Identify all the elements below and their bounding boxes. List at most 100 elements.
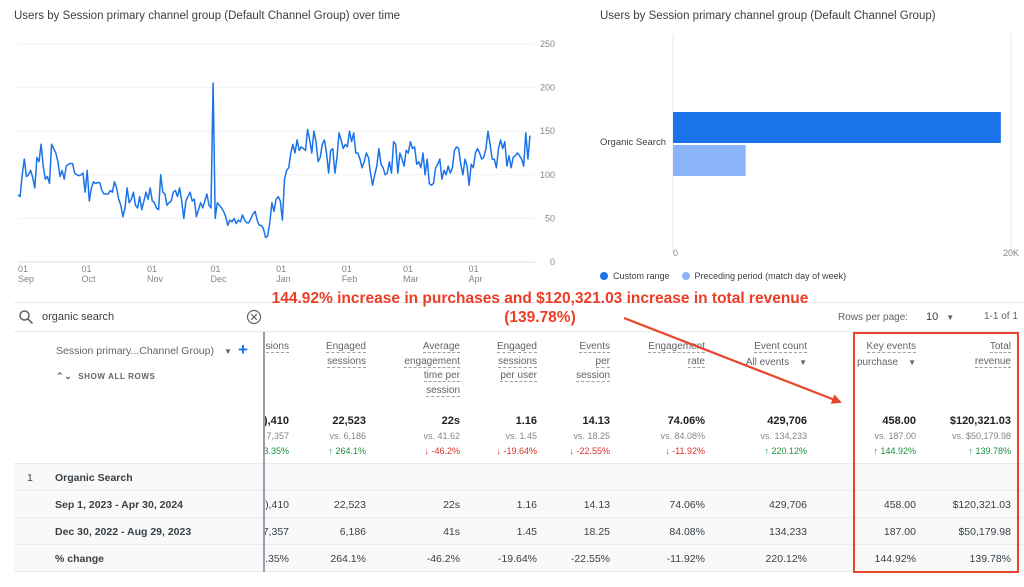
svg-text:01: 01: [147, 264, 157, 274]
svg-text:01: 01: [276, 264, 286, 274]
x-tick-label: 20K: [1003, 248, 1019, 258]
pagination-range: 1-1 of 1: [984, 311, 1018, 322]
column-header-label: sessions: [498, 355, 537, 368]
column-header[interactable]: Average engagement time per session: [404, 340, 460, 398]
total-change: ↑ 264.1%: [328, 446, 366, 456]
table-cell: -11.92%: [666, 553, 705, 565]
y-tick-label: 250: [540, 39, 555, 49]
legend-item-preceding-period[interactable]: Preceding period (match day of week): [681, 271, 847, 281]
total-change: ↓ -19.64%: [496, 446, 537, 456]
total-change: 3.35%: [263, 446, 289, 456]
bar-preceding-period[interactable]: [673, 145, 746, 176]
legend-label: Custom range: [613, 271, 670, 281]
table-cell: 41s: [443, 526, 460, 538]
table-cell: 1.45: [516, 526, 537, 538]
column-total: 429,706 vs. 134,233 ↑ 220.12%: [760, 414, 807, 459]
column-header[interactable]: Engagement rate: [648, 340, 705, 369]
show-all-rows-button[interactable]: ⌃⌄ SHOW ALL ROWS: [56, 371, 155, 382]
total-change: ↓ -22.55%: [569, 446, 610, 456]
rows-per-page-value: 10: [926, 311, 939, 323]
column-header[interactable]: sions: [265, 340, 289, 355]
svg-text:Nov: Nov: [147, 274, 164, 284]
dimension-selector[interactable]: Session primary...Channel Group) ▼: [56, 345, 232, 357]
table-cell: 6,186: [339, 526, 366, 538]
y-tick-label: 200: [540, 83, 555, 93]
column-header[interactable]: Engaged sessions per user: [496, 340, 537, 384]
total-vs: vs. 134,233: [760, 431, 807, 441]
total-total: ),410: [263, 415, 289, 427]
table-cell: 74.06%: [669, 499, 705, 511]
rows-per-page-label: Rows per page:: [838, 311, 909, 323]
column-header-label: sessions: [327, 355, 366, 368]
table-cell: -22.55%: [570, 553, 610, 565]
bar-chart-title: Users by Session primary channel group (…: [600, 10, 936, 22]
total-vs: 7,357: [266, 431, 289, 441]
legend-label: Preceding period (match day of week): [694, 271, 847, 281]
column-header-label: sions: [265, 341, 289, 353]
legend-dot-icon: [681, 272, 690, 280]
svg-text:Jan: Jan: [276, 274, 291, 284]
column-header-label: session: [426, 384, 460, 397]
caret-down-icon: ▼: [223, 346, 232, 356]
dimension-panel: Session primary...Channel Group) ▼ + ⌃⌄ …: [14, 332, 264, 462]
x-tick-label: 01Oct: [81, 264, 96, 284]
column-total: 22s vs. 41.62 ↓ -46.2%: [423, 414, 460, 459]
row-index: 1: [27, 472, 33, 484]
column-header[interactable]: Event count All events ▼: [746, 340, 807, 370]
svg-text:01: 01: [469, 264, 479, 274]
metric-selector[interactable]: All events ▼: [746, 356, 807, 371]
table-cell: 22,523: [333, 499, 366, 511]
total-total: 74.06%: [667, 415, 705, 427]
bar-custom-range[interactable]: [673, 112, 1001, 143]
column-header-label: time per: [423, 370, 460, 382]
x-tick-label: 01Sep: [18, 264, 34, 284]
column-header-label: rate: [687, 355, 705, 368]
legend-item-custom-range[interactable]: Custom range: [600, 271, 670, 281]
column-header-label: Engaged: [496, 341, 537, 353]
column-header-label: per: [595, 355, 610, 368]
rows-per-page-select[interactable]: 10 ▼: [926, 311, 954, 323]
series-line-organic-search[interactable]: [17, 82, 531, 239]
bar-category-label: Organic Search: [600, 137, 666, 148]
legend-dot-icon: [600, 272, 608, 280]
row-label: % change: [55, 553, 105, 565]
x-tick-label: 01Nov: [147, 264, 164, 284]
line-chart-title: Users by Session primary channel group (…: [14, 10, 401, 22]
svg-text:01: 01: [18, 264, 28, 274]
x-tick-label: 01Jan: [276, 264, 291, 284]
svg-text:01: 01: [211, 264, 221, 274]
row-label: Sep 1, 2023 - Apr 30, 2024: [55, 499, 184, 511]
column-header[interactable]: Engaged sessions: [325, 340, 366, 369]
total-change: ↓ -46.2%: [424, 446, 460, 456]
y-tick-label: 150: [540, 126, 555, 136]
metric-selector-label: All events: [745, 356, 790, 368]
chart-legend: Custom range Preceding period (match day…: [600, 271, 846, 281]
clear-search-icon[interactable]: [246, 309, 262, 325]
table-cell: 134,233: [769, 526, 807, 538]
x-tick-label: 01Dec: [211, 264, 228, 284]
table-cell: 429,706: [769, 499, 807, 511]
add-dimension-button[interactable]: +: [238, 340, 248, 360]
svg-text:Feb: Feb: [342, 274, 358, 284]
caret-down-icon: ▼: [946, 312, 955, 322]
rows-per-page: Rows per page: 10 ▼: [838, 311, 954, 323]
dimension-header-label: Session primary...Channel Group): [56, 345, 214, 357]
column-header[interactable]: Events per session: [576, 340, 610, 384]
table-cell: 1.16: [516, 499, 537, 511]
show-all-rows-label: SHOW ALL ROWS: [78, 372, 156, 381]
svg-text:Oct: Oct: [81, 274, 96, 284]
table-cell: -19.64%: [497, 553, 537, 565]
column-header-label: Average: [422, 341, 460, 353]
svg-text:Apr: Apr: [469, 274, 483, 284]
svg-text:Dec: Dec: [211, 274, 228, 284]
table-cell: 84.08%: [669, 526, 705, 538]
column-freeze-divider[interactable]: [263, 332, 265, 572]
total-vs: vs. 6,186: [329, 431, 366, 441]
column-total: 1.16 vs. 1.45 ↓ -19.64%: [496, 414, 537, 459]
y-tick-label: 50: [545, 213, 555, 223]
search-input[interactable]: [42, 311, 232, 323]
svg-text:01: 01: [81, 264, 91, 274]
table-cell: 264.1%: [330, 553, 366, 565]
column-total: 22,523 vs. 6,186 ↑ 264.1%: [328, 414, 366, 459]
bar-chart: 0 20K Organic Search: [600, 34, 1019, 258]
